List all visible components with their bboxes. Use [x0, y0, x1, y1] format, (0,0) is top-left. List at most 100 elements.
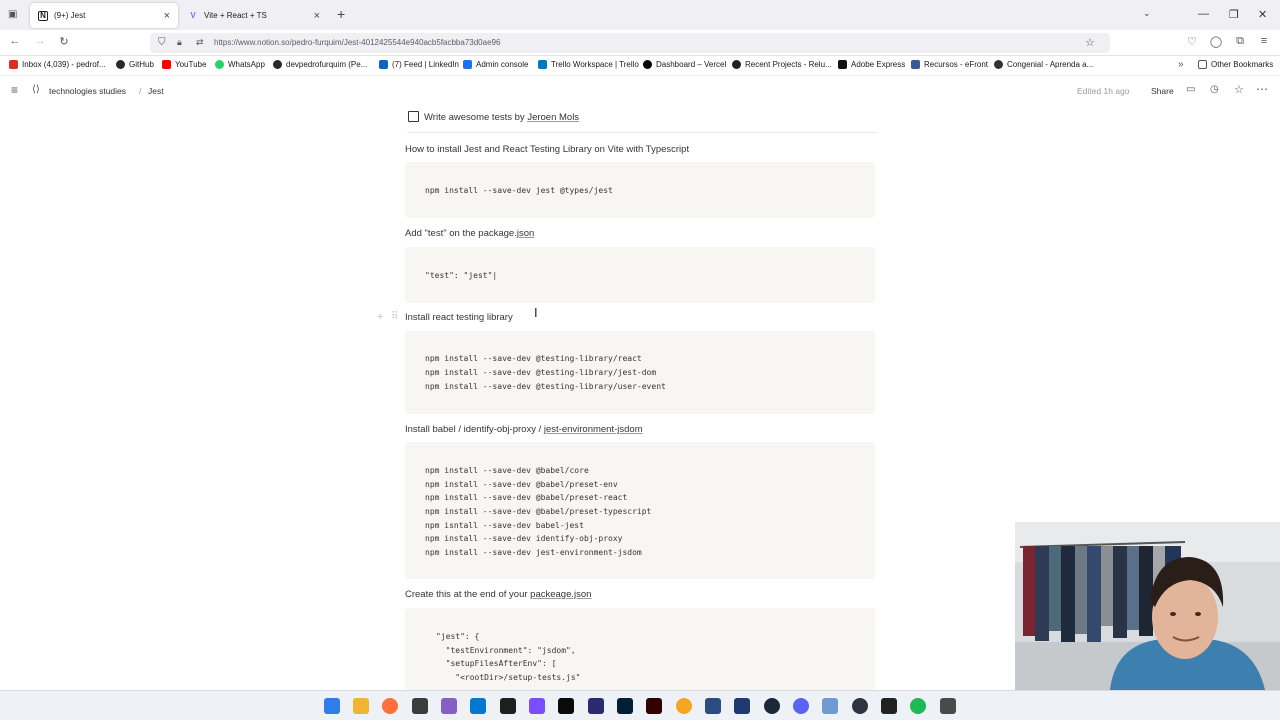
restore-icon[interactable]: ❐ — [1229, 8, 1239, 21]
breadcrumb-current[interactable]: Jest — [148, 86, 164, 96]
bookmarks-overflow-icon[interactable]: » — [1178, 59, 1184, 70]
illustrator-icon[interactable] — [646, 698, 662, 714]
tab-list-icon[interactable]: ▣ — [8, 9, 17, 20]
code-block[interactable]: npm install --save-dev @babel/core npm i… — [405, 442, 875, 579]
bookmark-vercel[interactable]: Dashboard – Vercel — [643, 60, 726, 69]
code-block[interactable]: "test": "jest"| — [405, 247, 875, 303]
bookmark-linkedin[interactable]: (7) Feed | LinkedIn — [379, 60, 459, 69]
terminal-icon[interactable] — [412, 698, 428, 714]
obsidian-icon[interactable] — [529, 698, 545, 714]
bookmark-admin-console[interactable]: Admin console — [463, 60, 528, 69]
code-line: "jest": { — [436, 632, 480, 641]
whatsapp-icon — [215, 60, 224, 69]
code-line: npm install --save-dev identify-obj-prox… — [425, 534, 623, 543]
adobe-express-icon — [838, 60, 847, 69]
premiere-icon[interactable] — [588, 698, 604, 714]
bookmark-github[interactable]: GitHub — [116, 60, 154, 69]
more-options-icon[interactable]: ⋯ — [1256, 82, 1268, 96]
account-icon[interactable]: ◯ — [1209, 35, 1223, 48]
game-launcher-icon[interactable] — [734, 698, 750, 714]
code-line: npm install --save-dev jest-environment-… — [425, 548, 642, 557]
bookmark-whatsapp[interactable]: WhatsApp — [215, 60, 265, 69]
close-icon[interactable]: × — [314, 10, 320, 22]
chevron-down-icon[interactable]: ⌄ — [1143, 8, 1151, 19]
heading-link[interactable]: json — [517, 228, 534, 239]
blender-icon[interactable] — [676, 698, 692, 714]
app-icon[interactable] — [940, 698, 956, 714]
firefox-icon[interactable] — [382, 698, 398, 714]
close-icon[interactable]: × — [164, 10, 170, 22]
tab-vite[interactable]: V Vite + React + TS × — [180, 3, 328, 28]
code-line: npm isntall --save-dev babel-jest — [425, 521, 584, 530]
bookmark-gmail[interactable]: Inbox (4,039) - pedrof... — [9, 60, 106, 69]
navigation-bar: ← → ↻ ⛉ 🔒︎ ⇄ https://www.notion.so/pedro… — [0, 30, 1280, 56]
code-block[interactable]: npm install --save-dev jest @types/jest — [405, 162, 875, 218]
todo-block: Write awesome tests by Jeroen Mols — [407, 111, 877, 133]
discord-icon[interactable] — [793, 698, 809, 714]
todo-checkbox[interactable] — [408, 111, 419, 122]
window-close-icon[interactable]: ✕ — [1258, 8, 1267, 21]
page-link-icon: ⟨⟩ — [32, 84, 40, 95]
sidebar-toggle-icon[interactable]: ≡ — [11, 83, 18, 97]
heading-link[interactable]: jest-environment-jsdom — [544, 424, 643, 435]
menu-icon[interactable]: ≡ — [1257, 35, 1271, 47]
breadcrumb-parent[interactable]: technologies studies — [49, 86, 126, 96]
steam-icon[interactable] — [764, 698, 780, 714]
code-line: "setupFilesAfterEnv": [ — [436, 659, 557, 668]
section-heading: Install babel / identify-obj-proxy / jes… — [405, 424, 643, 435]
lock-icon[interactable]: 🔒︎ — [177, 37, 182, 48]
app-icon[interactable] — [705, 698, 721, 714]
unity-icon[interactable] — [500, 698, 516, 714]
updates-icon[interactable]: ◷ — [1210, 84, 1219, 95]
comments-icon[interactable]: ▭ — [1186, 84, 1195, 95]
drag-handle-icon[interactable]: ⠿ — [391, 311, 398, 322]
visual-studio-icon[interactable] — [441, 698, 457, 714]
code-line: "testEnvironment": "jsdom", — [436, 646, 576, 655]
back-icon[interactable]: ← — [8, 35, 22, 47]
address-bar[interactable]: ⛉ 🔒︎ ⇄ https://www.notion.so/pedro-furqu… — [150, 33, 1110, 53]
windows-taskbar — [0, 690, 1280, 720]
reload-icon[interactable]: ↻ — [57, 35, 71, 48]
code-line: "test": "jest"| — [425, 271, 498, 280]
forward-icon[interactable]: → — [33, 35, 47, 47]
vscode-icon[interactable] — [470, 698, 486, 714]
bookmark-trello[interactable]: Trello Workspace | Trello — [538, 60, 639, 69]
extensions-icon[interactable]: ⧉ — [1233, 35, 1247, 48]
figma-icon[interactable] — [558, 698, 574, 714]
share-button[interactable]: Share — [1151, 86, 1174, 96]
new-tab-icon[interactable]: + — [337, 6, 345, 22]
add-block-icon[interactable]: + — [377, 311, 383, 323]
app-icon[interactable] — [822, 698, 838, 714]
code-block[interactable]: npm install --save-dev @testing-library/… — [405, 331, 875, 414]
tab-jest[interactable]: N (9+) Jest × — [30, 3, 178, 28]
notion-icon: N — [38, 10, 48, 21]
edited-time: Edited 1h ago — [1077, 86, 1130, 96]
code-line: npm install --save-dev jest @types/jest — [425, 186, 613, 195]
pocket-icon[interactable]: ♡ — [1185, 35, 1199, 48]
todo-link[interactable]: Jeroen Mols — [527, 112, 579, 123]
favorite-star-icon[interactable]: ☆ — [1234, 83, 1244, 96]
bookmark-devpedrofurquim[interactable]: devpedrofurquim (Pe... — [273, 60, 367, 69]
bookmark-relume[interactable]: Recent Projects - Relu... — [732, 60, 832, 69]
notion-topbar: ≡ ⟨⟩ technologies studies / Jest Edited … — [0, 80, 1280, 102]
code-block[interactable]: "jest": { "testEnvironment": "jsdom", "s… — [405, 608, 875, 690]
star-icon[interactable]: ☆ — [1085, 36, 1095, 49]
photoshop-icon[interactable] — [617, 698, 633, 714]
bookmark-congenial[interactable]: Congenial - Aprenda a... — [994, 60, 1093, 69]
windows-start-icon[interactable] — [324, 698, 340, 714]
other-bookmarks[interactable]: Other Bookmarks — [1198, 60, 1273, 69]
bookmark-efront[interactable]: Recursos - eFront — [911, 60, 988, 69]
minimize-icon[interactable]: — — [1198, 8, 1209, 20]
code-line: "<rootDir>/setup-tests.js" — [436, 673, 581, 682]
file-explorer-icon[interactable] — [353, 698, 369, 714]
youtube-icon — [162, 60, 171, 69]
bookmark-adobe-express[interactable]: Adobe Express — [838, 60, 905, 69]
shield-icon[interactable]: ⛉ — [158, 37, 166, 48]
spotify-icon[interactable] — [910, 698, 926, 714]
bookmark-youtube[interactable]: YouTube — [162, 60, 206, 69]
permissions-icon[interactable]: ⇄ — [196, 37, 204, 48]
obs-icon[interactable] — [852, 698, 868, 714]
capcut-icon[interactable] — [881, 698, 897, 714]
heading-link[interactable]: packeage.json — [530, 589, 591, 600]
browser-tab-strip: ▣ N (9+) Jest × V Vite + React + TS × + … — [0, 0, 1280, 30]
